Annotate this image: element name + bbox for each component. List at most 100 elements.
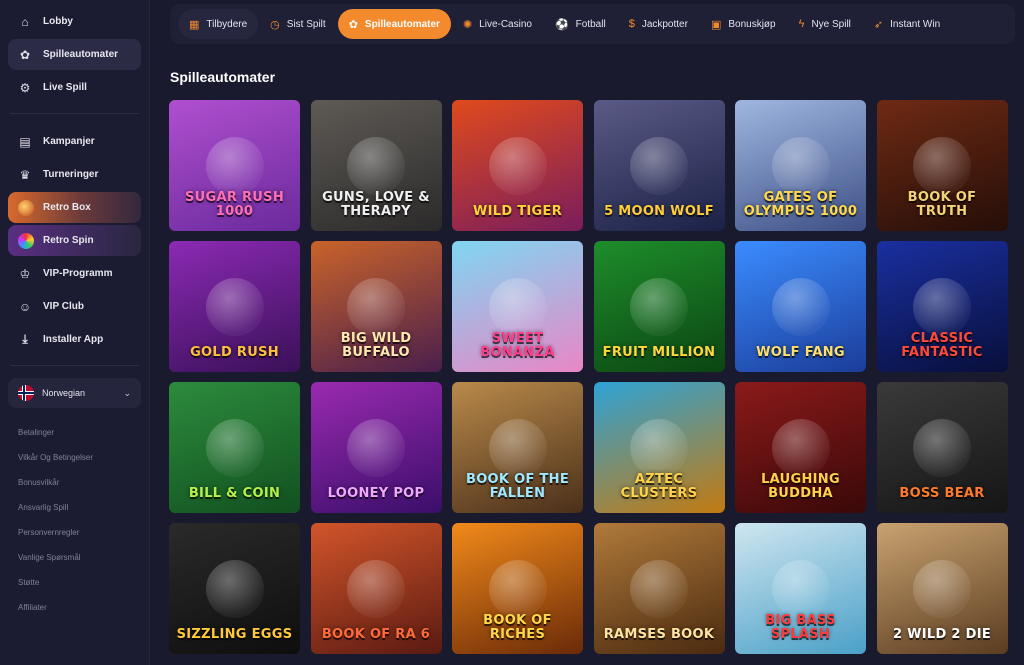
game-title: Gates of Olympus 1000: [743, 190, 858, 219]
crown-icon: ♔: [19, 266, 31, 281]
game-title: Guns, Love & Therapy: [322, 190, 430, 219]
footer-link[interactable]: Vanlige Spørsmål: [8, 545, 141, 570]
game-tile[interactable]: Wolf Fang: [735, 241, 866, 372]
game-title: Boss Bear: [899, 486, 985, 501]
tab-label: Tilbydere: [206, 18, 248, 30]
tab-tilbydere[interactable]: ▦ Tilbydere: [178, 9, 259, 39]
game-artwork: [913, 277, 971, 336]
game-title: Bill & Coin: [188, 486, 281, 501]
sidebar-item-label: VIP-Programm: [43, 268, 113, 279]
game-tile[interactable]: Book of the Fallen: [452, 382, 583, 513]
tab-label: Bonuskjøp: [728, 18, 776, 30]
game-tile[interactable]: Sweet Bonanza: [452, 241, 583, 372]
game-artwork: [488, 136, 547, 195]
tab-label: Nye Spill: [811, 18, 851, 30]
sidebar-item-turneringer[interactable]: ♛ Turneringer: [8, 159, 141, 190]
game-tile[interactable]: Gold Rush: [169, 241, 300, 372]
game-title: Sugar Rush 1000: [185, 190, 284, 219]
sidebar-item-label: Spilleautomater: [43, 49, 119, 60]
tab-nye-spill[interactable]: ϟ Nye Spill: [788, 9, 862, 39]
game-tile[interactable]: Fruit Million: [593, 241, 725, 372]
sidebar-item-label: Lobby: [43, 16, 73, 27]
game-title: Aztec Clusters: [620, 472, 698, 501]
user-icon: ☺: [18, 299, 32, 314]
game-tile[interactable]: Book of Riches: [452, 523, 583, 654]
game-artwork: [630, 136, 688, 195]
lightning-icon: ϟ: [798, 18, 805, 30]
footer-link[interactable]: Personvernregler: [8, 520, 141, 545]
game-artwork: [205, 559, 264, 618]
game-tile[interactable]: Wild Tiger: [452, 100, 583, 231]
game-tile[interactable]: Book of Ra 6: [310, 523, 442, 654]
game-title: Classic Fantastic: [901, 331, 983, 360]
game-artwork: [771, 136, 830, 195]
game-tile[interactable]: Big Bass Splash: [735, 523, 866, 654]
tab-label: Spilleautomater: [364, 18, 440, 30]
game-artwork: [205, 418, 264, 477]
game-title: Sweet Bonanza: [480, 331, 555, 360]
roulette-icon: ⚙: [19, 80, 31, 95]
chip-icon: ✺: [462, 18, 473, 31]
nav-primary: ⌂ Lobby ✿ Spilleautomater ⚙ Live Spill: [8, 6, 141, 103]
tab-instant-win[interactable]: ➶ Instant Win: [863, 9, 951, 39]
sidebar-item-label: Live Spill: [43, 82, 87, 93]
games-grid: Sugar Rush 1000 Guns, Love & Therapy Wild …: [169, 100, 1008, 654]
gift-box-icon: ▣: [710, 18, 722, 31]
game-tile[interactable]: Sugar Rush 1000: [169, 100, 300, 231]
tab-label: Live-Casino: [479, 18, 532, 30]
game-tile[interactable]: Bill & Coin: [169, 382, 300, 513]
game-artwork: [913, 136, 971, 195]
tab-live-casino[interactable]: ✺ Live-Casino: [452, 9, 543, 39]
game-tile[interactable]: Classic Fantastic: [876, 241, 1008, 372]
nav-secondary: ▤ Kampanjer ♛ Turneringer Retro Box Retro Spi…: [8, 126, 141, 355]
cherry-icon: ✿: [348, 18, 358, 31]
language-selector[interactable]: Norwegian ⌄: [8, 378, 141, 408]
sidebar-item-label: Retro Spin: [43, 235, 94, 246]
game-artwork: [771, 277, 830, 336]
clock-icon: ◷: [270, 18, 280, 31]
game-tile[interactable]: Aztec Clusters: [593, 382, 725, 513]
sidebar-item-vip-club[interactable]: ☺ VIP Club: [8, 291, 141, 322]
footer-link[interactable]: Affiliater: [8, 595, 141, 620]
game-title: Laughing Buddha: [761, 472, 840, 501]
game-artwork: [771, 418, 830, 477]
game-tile[interactable]: 2 Wild 2 Die: [876, 523, 1008, 654]
tab-fotball[interactable]: ⚽ Fotball: [544, 9, 617, 39]
game-title: Book of Truth: [907, 190, 977, 219]
tab-sist-spilt[interactable]: ◷ Sist Spilt: [259, 9, 337, 39]
sidebar-item-spilleautomater[interactable]: ✿ Spilleautomater: [8, 39, 141, 70]
game-tile[interactable]: Sizzling Eggs: [169, 523, 300, 654]
game-tile[interactable]: Looney Pop: [310, 382, 442, 513]
footer-link[interactable]: Betalinger: [8, 420, 141, 445]
game-title: Ramses Book: [603, 627, 715, 642]
sidebar-item-installer-app[interactable]: ⤓ Installer App: [8, 324, 141, 355]
tab-bonuskj-p[interactable]: ▣ Bonuskjøp: [700, 9, 787, 39]
moneybag-icon: $: [628, 18, 635, 30]
sidebar-item-kampanjer[interactable]: ▤ Kampanjer: [8, 126, 141, 157]
game-tile[interactable]: Big Wild Buffalo: [310, 241, 442, 372]
sidebar: ⌂ Lobby ✿ Spilleautomater ⚙ Live Spill ▤ Kampa…: [0, 0, 150, 665]
sidebar-item-vip-programm[interactable]: ♔ VIP-Programm: [8, 258, 141, 289]
game-tile[interactable]: Ramses Book: [593, 523, 725, 654]
game-tile[interactable]: Gates of Olympus 1000: [735, 100, 866, 231]
sidebar-item-retro-spin[interactable]: Retro Spin: [8, 225, 141, 256]
rocket-icon: ➶: [873, 18, 884, 31]
game-tile[interactable]: Boss Bear: [876, 382, 1008, 513]
download-icon: ⤓: [22, 332, 28, 346]
game-tile[interactable]: Book of Truth: [876, 100, 1008, 231]
game-tile[interactable]: 5 Moon Wolf: [593, 100, 725, 231]
home-icon: ⌂: [21, 14, 29, 29]
game-title: 2 Wild 2 Die: [892, 627, 992, 642]
footer-link[interactable]: Støtte: [8, 570, 141, 595]
tab-jackpotter[interactable]: $ Jackpotter: [618, 9, 699, 39]
footer-link[interactable]: Bonusvilkår: [8, 470, 141, 495]
footer-link[interactable]: Vilkår Og Betingelser: [8, 445, 141, 470]
sidebar-item-live-spill[interactable]: ⚙ Live Spill: [8, 72, 141, 103]
sidebar-item-lobby[interactable]: ⌂ Lobby: [8, 6, 141, 37]
tab-spilleautomater[interactable]: ✿ Spilleautomater: [337, 9, 451, 39]
providers-icon: ▦: [189, 18, 200, 31]
sidebar-item-retro-box[interactable]: Retro Box: [8, 192, 141, 223]
game-tile[interactable]: Guns, Love & Therapy: [310, 100, 442, 231]
footer-link[interactable]: Ansvarlig Spill: [8, 495, 141, 520]
game-tile[interactable]: Laughing Buddha: [735, 382, 866, 513]
